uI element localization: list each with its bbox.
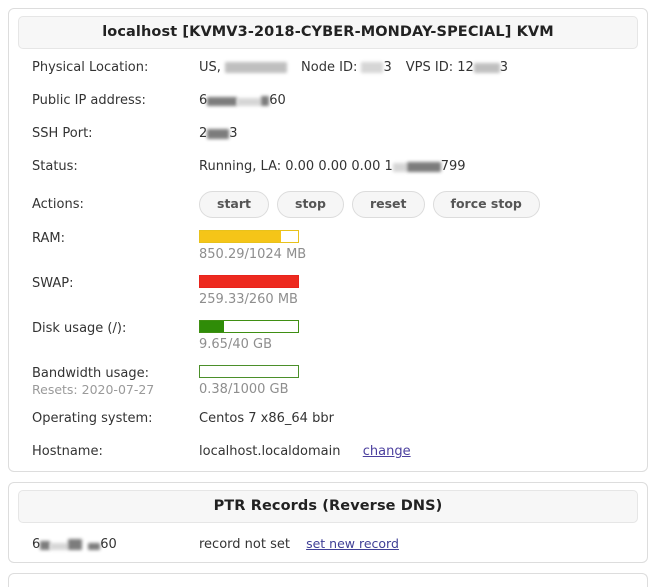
row-operating-system: Operating system: Centos 7 x86_64 bbr bbox=[9, 410, 647, 428]
reset-button[interactable]: reset bbox=[351, 191, 425, 218]
ptr-records-header: PTR Records (Reverse DNS) bbox=[18, 490, 638, 523]
status-label: Status: bbox=[32, 159, 78, 174]
status-text: Running, LA: 0.00 0.00 0.00 1 bbox=[199, 159, 393, 174]
operating-system-label: Operating system: bbox=[32, 411, 153, 426]
ram-value: 850.29/1024 MB bbox=[199, 230, 647, 263]
ram-usage-fill bbox=[200, 231, 282, 242]
row-physical-location: Physical Location: US, Node ID: 3 VPS ID:… bbox=[9, 59, 647, 77]
public-ip-prefix: 6 bbox=[199, 93, 208, 108]
server-info-rows: Physical Location: US, Node ID: 3 VPS ID:… bbox=[9, 55, 647, 471]
row-hostname: Hostname: localhost.localdomain change bbox=[9, 443, 647, 461]
row-disk-usage: Disk usage (/): 9.65/40 GB bbox=[9, 320, 647, 353]
status-suffix: 799 bbox=[440, 159, 466, 174]
row-ram: RAM: 850.29/1024 MB bbox=[9, 230, 647, 263]
action-button-group: start stop reset force stop bbox=[199, 191, 647, 218]
disk-usage-fill bbox=[200, 321, 224, 332]
ptr-record-status-wrap: record not set set new record bbox=[199, 536, 399, 552]
ram-label: RAM: bbox=[32, 231, 65, 246]
force-stop-button[interactable]: force stop bbox=[432, 191, 540, 218]
vps-id-suffix: 3 bbox=[499, 60, 509, 75]
vps-id-prefix: 12 bbox=[457, 60, 474, 75]
server-info-panel: localhost [KVMV3-2018-CYBER-MONDAY-SPECI… bbox=[8, 8, 648, 472]
swap-value: 259.33/260 MB bbox=[199, 275, 647, 308]
location-country: US, bbox=[199, 60, 226, 75]
set-new-record-link[interactable]: set new record bbox=[306, 536, 399, 551]
ssh-port-value: 23 bbox=[199, 125, 647, 142]
ptr-ip-redacted-c bbox=[68, 539, 83, 550]
node-id-label: Node ID: bbox=[301, 60, 358, 75]
ssh-port-redacted bbox=[207, 129, 230, 139]
disk-usage-bar bbox=[199, 320, 299, 333]
public-ip-value: 6 60 bbox=[199, 92, 647, 109]
disk-usage-label: Disk usage (/): bbox=[32, 321, 127, 336]
swap-usage-text: 259.33/260 MB bbox=[199, 292, 298, 307]
hostname-text: localhost.localdomain bbox=[199, 444, 341, 459]
ssh-port-suffix: 3 bbox=[229, 126, 238, 141]
actions-value: start stop reset force stop bbox=[199, 191, 647, 218]
stop-button[interactable]: stop bbox=[277, 191, 344, 218]
row-bandwidth-usage: Bandwidth usage: Resets: 2020-07-27 0.38… bbox=[9, 365, 647, 398]
server-info-header: localhost [KVMV3-2018-CYBER-MONDAY-SPECI… bbox=[18, 16, 638, 49]
server-header-title: localhost [KVMV3-2018-CYBER-MONDAY-SPECI… bbox=[102, 24, 554, 40]
disk-usage-value: 9.65/40 GB bbox=[199, 320, 647, 353]
vps-id-redacted bbox=[473, 63, 500, 73]
physical-location-label: Physical Location: bbox=[32, 60, 149, 75]
hostname-label: Hostname: bbox=[32, 444, 103, 459]
row-ssh-port: SSH Port: 23 bbox=[9, 125, 647, 143]
public-ip-redacted-c bbox=[261, 96, 270, 106]
disk-usage-text: 9.65/40 GB bbox=[199, 337, 272, 352]
swap-usage-fill bbox=[200, 276, 298, 287]
operating-system-value: Centos 7 x86_64 bbr bbox=[199, 411, 334, 426]
row-swap: SWAP: 259.33/260 MB bbox=[9, 275, 647, 308]
status-redacted-b bbox=[406, 162, 441, 172]
row-actions: Actions: start stop reset force stop bbox=[9, 191, 647, 218]
node-id-value: 3 bbox=[383, 60, 392, 75]
status-redacted-a bbox=[392, 163, 407, 172]
bandwidth-usage-text: 0.38/1000 GB bbox=[199, 382, 289, 397]
ptr-ip-suffix: 60 bbox=[100, 537, 117, 552]
change-hostname-link[interactable]: change bbox=[363, 444, 411, 459]
vps-id-label: VPS ID: bbox=[405, 60, 454, 75]
next-panel-edge bbox=[8, 573, 648, 587]
ptr-ip-redacted-d bbox=[88, 543, 101, 550]
ram-usage-text: 850.29/1024 MB bbox=[199, 247, 307, 262]
node-id-redacted bbox=[361, 62, 384, 73]
hostname-value: localhost.localdomain change bbox=[199, 443, 647, 460]
ssh-port-label: SSH Port: bbox=[32, 126, 93, 141]
ptr-ip-prefix: 6 bbox=[32, 537, 41, 552]
ptr-record-ip: 6 60 bbox=[9, 537, 199, 552]
row-public-ip: Public IP address: 6 60 bbox=[9, 92, 647, 110]
vps-control-panel-page: localhost [KVMV3-2018-CYBER-MONDAY-SPECI… bbox=[0, 0, 656, 587]
public-ip-label: Public IP address: bbox=[32, 93, 146, 108]
public-ip-redacted-a bbox=[207, 97, 238, 106]
bandwidth-label-text: Bandwidth usage: bbox=[32, 366, 149, 381]
ram-usage-bar bbox=[199, 230, 299, 243]
start-button[interactable]: start bbox=[199, 191, 269, 218]
bandwidth-usage-bar bbox=[199, 365, 299, 378]
status-value: Running, LA: 0.00 0.00 0.00 1 799 bbox=[199, 158, 647, 175]
ptr-record-status: record not set bbox=[199, 537, 290, 552]
swap-label: SWAP: bbox=[32, 276, 74, 291]
bandwidth-usage-value: 0.38/1000 GB bbox=[199, 365, 647, 398]
bandwidth-reset-date: Resets: 2020-07-27 bbox=[32, 382, 155, 397]
public-ip-redacted-b bbox=[237, 98, 262, 106]
actions-label: Actions: bbox=[32, 197, 84, 212]
ssh-port-prefix: 2 bbox=[199, 126, 208, 141]
row-status: Status: Running, LA: 0.00 0.00 0.00 1 799 bbox=[9, 158, 647, 176]
physical-location-value: US, Node ID: 3 VPS ID: 12 3 bbox=[199, 59, 647, 76]
bandwidth-usage-label: Bandwidth usage: Resets: 2020-07-27 bbox=[9, 365, 199, 398]
ptr-ip-redacted-b bbox=[50, 543, 69, 550]
swap-usage-bar bbox=[199, 275, 299, 288]
public-ip-suffix: 60 bbox=[269, 93, 286, 108]
ptr-records-panel: PTR Records (Reverse DNS) 6 60 record not… bbox=[8, 482, 648, 563]
location-region-redacted bbox=[225, 62, 288, 73]
